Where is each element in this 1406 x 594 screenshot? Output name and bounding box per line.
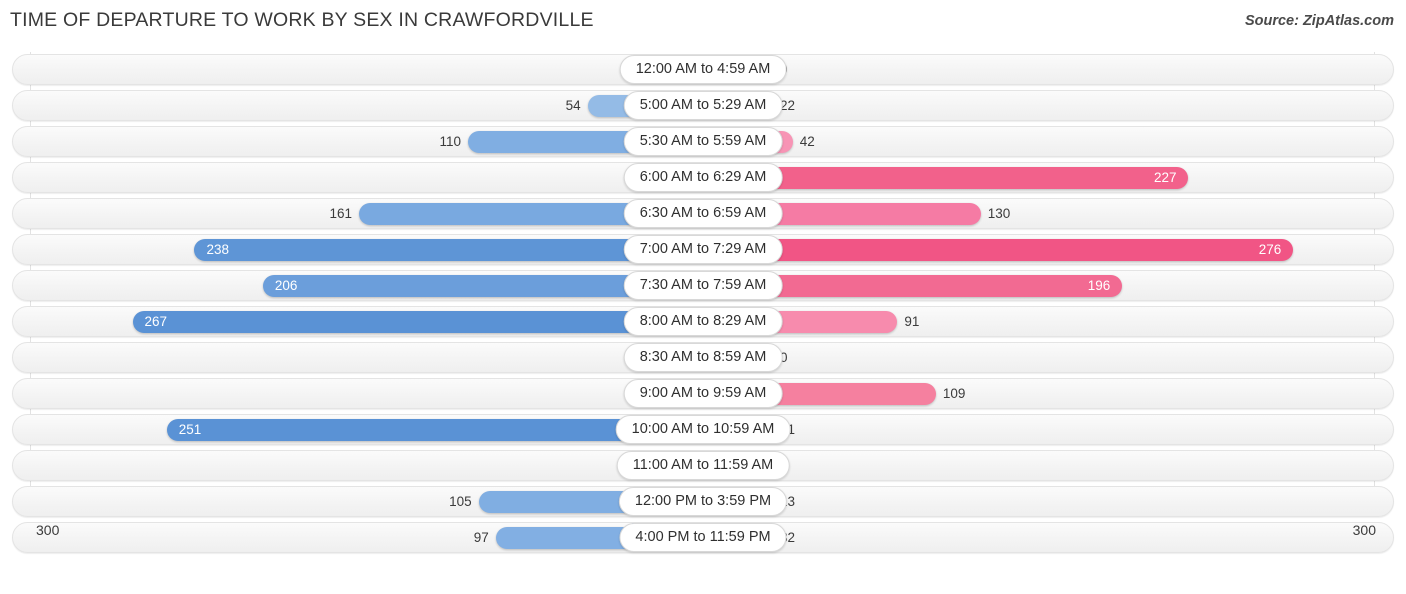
bar-rows: 11012:00 AM to 4:59 AM54225:00 AM to 5:2…	[0, 52, 1406, 556]
category-label: 7:30 AM to 7:59 AM	[623, 271, 783, 300]
row-bars: 238 276 7:00 AM to 7:29 AM	[0, 232, 1406, 268]
row-bars: 110 42 5:30 AM to 5:59 AM	[0, 124, 1406, 160]
bar-row: 212276:00 AM to 6:29 AM	[0, 160, 1406, 196]
bar-value-female: 130	[987, 206, 1011, 221]
category-label: 12:00 PM to 3:59 PM	[618, 487, 788, 516]
row-bars: 54 22 5:00 AM to 5:29 AM	[0, 88, 1406, 124]
bar-female[interactable]	[703, 239, 1293, 261]
bar-row: 231099:00 AM to 9:59 AM	[0, 376, 1406, 412]
category-label: 11:00 AM to 11:59 AM	[616, 451, 790, 480]
bar-row: 0011:00 AM to 11:59 AM	[0, 448, 1406, 484]
bar-value-male: 105	[449, 494, 472, 509]
bar-value-male: 238	[206, 242, 229, 257]
row-bars: 11012:00 AM to 4:59 AM	[0, 52, 1406, 88]
row-bars: 0011:00 AM to 11:59 AM	[0, 448, 1406, 484]
bar-value-female: 42	[799, 134, 815, 149]
bar-row: 206 196 7:30 AM to 7:59 AM	[0, 268, 1406, 304]
bar-row: 238 276 7:00 AM to 7:29 AM	[0, 232, 1406, 268]
category-label: 6:00 AM to 6:29 AM	[623, 163, 783, 192]
category-label: 6:30 AM to 6:59 AM	[623, 199, 783, 228]
bar-value-female: 196	[1087, 278, 1111, 293]
bar-row: 11012:00 AM to 4:59 AM	[0, 52, 1406, 88]
row-bars: 206 196 7:30 AM to 7:59 AM	[0, 268, 1406, 304]
bar-row: 110 42 5:30 AM to 5:59 AM	[0, 124, 1406, 160]
row-bars: 231099:00 AM to 9:59 AM	[0, 376, 1406, 412]
bar-value-male: 206	[274, 278, 298, 293]
category-label: 5:30 AM to 5:59 AM	[623, 127, 783, 156]
bar-value-female: 91	[904, 314, 920, 329]
category-label: 8:00 AM to 8:29 AM	[623, 307, 783, 336]
category-label: 5:00 AM to 5:29 AM	[623, 91, 783, 120]
category-label: 4:00 PM to 11:59 PM	[619, 523, 787, 552]
bar-row: 161 130 6:30 AM to 6:59 AM	[0, 196, 1406, 232]
bar-male[interactable]	[132, 311, 703, 333]
source-attribution: Source: ZipAtlas.com	[1244, 13, 1394, 29]
bar-row: 105 13 12:00 PM to 3:59 PM	[0, 484, 1406, 520]
category-label: 10:00 AM to 10:59 AM	[615, 415, 791, 444]
category-label: 9:00 AM to 9:59 AM	[623, 379, 783, 408]
bar-row: 2208:30 AM to 8:59 AM	[0, 340, 1406, 376]
bar-row: 2512110:00 AM to 10:59 AM	[0, 412, 1406, 448]
bar-value-male: 110	[439, 134, 461, 149]
bar-value-male: 54	[565, 98, 581, 113]
category-label: 7:00 AM to 7:29 AM	[623, 235, 783, 264]
row-bars: 267 91 8:00 AM to 8:29 AM	[0, 304, 1406, 340]
row-bars: 2208:30 AM to 8:59 AM	[0, 340, 1406, 376]
row-bars: 212276:00 AM to 6:29 AM	[0, 160, 1406, 196]
row-bars: 161 130 6:30 AM to 6:59 AM	[0, 196, 1406, 232]
category-label: 12:00 AM to 4:59 AM	[619, 55, 787, 84]
bar-row: 54 22 5:00 AM to 5:29 AM	[0, 88, 1406, 124]
page-title: TIME OF DEPARTURE TO WORK BY SEX IN CRAW…	[10, 9, 594, 31]
bar-value-female: 276	[1258, 242, 1282, 257]
bar-value-female: 109	[942, 386, 966, 401]
bar-value-female: 227	[1154, 170, 1177, 185]
bar-value-male: 251	[178, 422, 202, 437]
plot-area: 11012:00 AM to 4:59 AM54225:00 AM to 5:2…	[0, 52, 1406, 554]
row-bars: 105 13 12:00 PM to 3:59 PM	[0, 484, 1406, 520]
category-label: 8:30 AM to 8:59 AM	[623, 343, 783, 372]
row-bars: 2512110:00 AM to 10:59 AM	[0, 412, 1406, 448]
bar-row: 267 91 8:00 AM to 8:29 AM	[0, 304, 1406, 340]
chart-root: TIME OF DEPARTURE TO WORK BY SEX IN CRAW…	[0, 0, 1406, 594]
bar-value-male: 267	[144, 314, 168, 329]
bar-value-male: 161	[329, 206, 352, 221]
